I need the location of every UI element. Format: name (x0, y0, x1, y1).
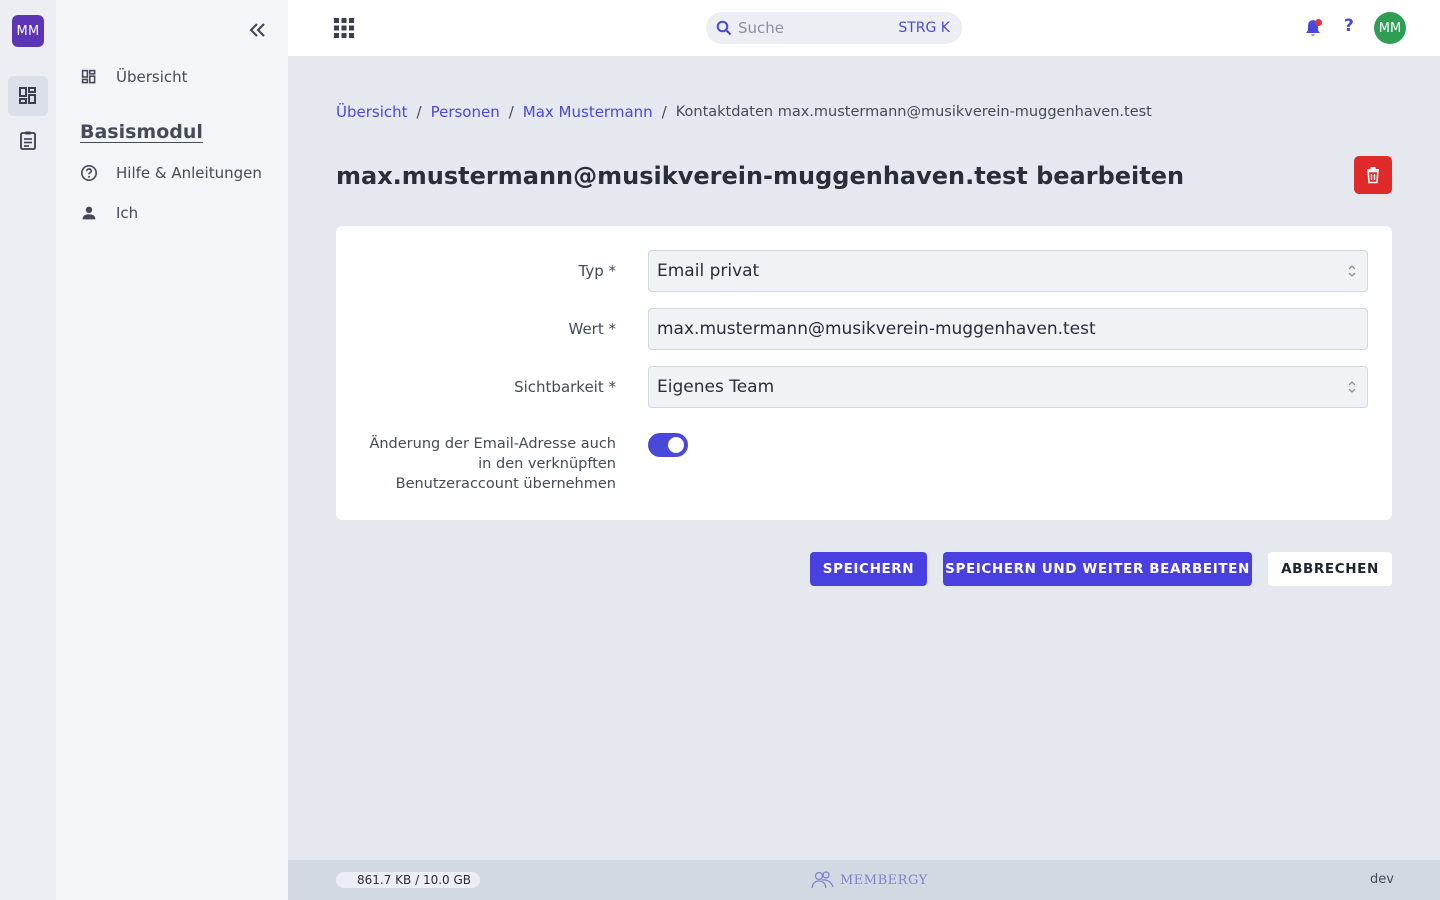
select-arrows-icon (1348, 265, 1356, 277)
sync-label-line: Änderung der Email-Adresse auch (369, 436, 616, 452)
value-label: Wert * (568, 320, 617, 338)
search-shortcut: STRG K (898, 20, 950, 36)
help-circle-icon (80, 164, 98, 182)
breadcrumb-separator: / (508, 103, 514, 121)
apps-grid-icon (334, 18, 354, 38)
select-arrows-icon (1348, 381, 1356, 393)
sidebar-item-me[interactable]: Ich (80, 201, 138, 225)
visibility-select-value: Eigenes Team (657, 377, 775, 397)
brand-name: MEMBERGY (840, 872, 928, 888)
collapse-sidebar-button[interactable] (246, 18, 270, 42)
breadcrumb-separator: / (661, 103, 667, 121)
breadcrumb-current: Kontaktdaten max.mustermann@musikverein-… (675, 104, 1152, 120)
sidebar-section-title[interactable]: Basismodul (80, 121, 203, 143)
value-input[interactable]: max.mustermann@musikverein-muggenhaven.t… (648, 308, 1368, 350)
sync-account-label: Änderung der Email-Adresse auch in den v… (346, 434, 616, 494)
toggle-knob (668, 437, 684, 453)
app-logo[interactable]: MM (12, 15, 44, 47)
sidebar-item-label: Übersicht (116, 68, 188, 86)
search-icon (716, 20, 732, 36)
sidebar: Übersicht Basismodul Hilfe & Anleitungen… (56, 0, 288, 900)
type-select-value: Email privat (657, 261, 760, 281)
visibility-label: Sichtbarkeit * (514, 378, 616, 396)
sync-label-line: in den verknüpften (478, 456, 616, 472)
save-and-continue-button[interactable]: SPEICHERN UND WEITER BEARBEITEN (943, 552, 1252, 586)
brand-logo[interactable]: MEMBERGY (810, 870, 928, 890)
dashboard-icon (80, 68, 98, 86)
environment-label: dev (1370, 872, 1394, 887)
sync-account-toggle[interactable] (648, 433, 688, 457)
search-placeholder: Suche (738, 19, 785, 37)
sidebar-item-label: Hilfe & Anleitungen (116, 164, 262, 182)
notification-badge (1315, 19, 1322, 26)
membergy-logo-icon (811, 871, 834, 889)
search-box[interactable]: Suche STRG K (706, 12, 962, 44)
page-title: max.mustermann@musikverein-muggenhaven.t… (336, 162, 1185, 190)
contact-form-card: Typ * Email privat Wert * max.mustermann… (336, 226, 1392, 520)
clipboard-rail-button[interactable] (8, 120, 48, 160)
dashboard-rail-button[interactable] (8, 76, 48, 116)
storage-usage: 861.7 KB / 10.0 GB (336, 872, 480, 888)
value-input-text: max.mustermann@musikverein-muggenhaven.t… (657, 319, 1096, 339)
double-chevron-left-icon (249, 23, 265, 37)
help-button[interactable]: ? (1344, 16, 1354, 36)
sidebar-item-label: Ich (116, 204, 139, 222)
footer: 861.7 KB / 10.0 GB MEMBERGY dev (288, 860, 1440, 900)
breadcrumb-person[interactable]: Max Mustermann (523, 103, 653, 121)
dashboard-icon (19, 87, 36, 104)
clipboard-icon (20, 131, 36, 150)
icon-rail: MM (0, 0, 56, 900)
visibility-select[interactable]: Eigenes Team (648, 366, 1368, 408)
delete-button[interactable] (1354, 156, 1392, 194)
trash-icon (1367, 167, 1379, 184)
breadcrumb: Übersicht / Personen / Max Mustermann / … (336, 103, 1152, 121)
cancel-button[interactable]: ABBRECHEN (1268, 552, 1392, 586)
topbar: Suche STRG K ? MM (288, 0, 1440, 56)
save-button[interactable]: SPEICHERN (810, 552, 927, 586)
type-select[interactable]: Email privat (648, 250, 1368, 292)
person-icon (80, 204, 98, 222)
breadcrumb-separator: / (416, 103, 422, 121)
sidebar-item-overview[interactable]: Übersicht (80, 65, 188, 89)
apps-grid-button[interactable] (333, 17, 355, 39)
sidebar-item-help[interactable]: Hilfe & Anleitungen (80, 161, 262, 185)
sync-label-line: Benutzeraccount übernehmen (395, 476, 616, 492)
type-label: Typ * (578, 262, 617, 280)
avatar[interactable]: MM (1374, 12, 1406, 44)
breadcrumb-persons[interactable]: Personen (431, 103, 500, 121)
breadcrumb-overview[interactable]: Übersicht (336, 103, 408, 121)
